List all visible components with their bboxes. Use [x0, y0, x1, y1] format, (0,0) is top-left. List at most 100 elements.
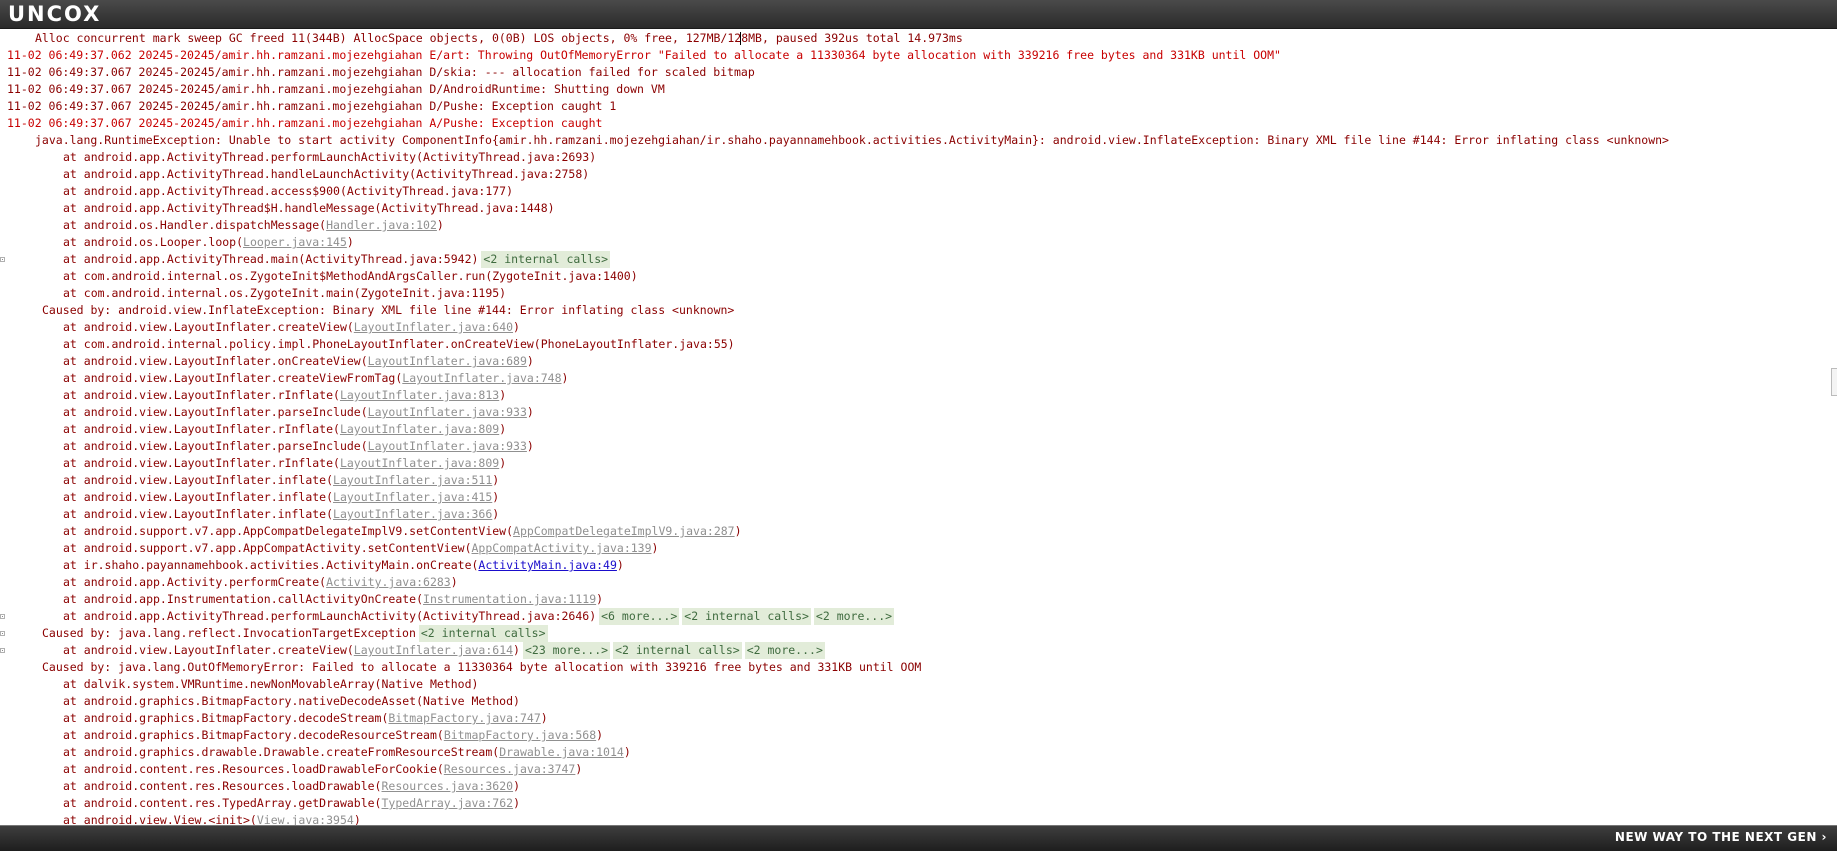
expand-toggle-icon[interactable]	[0, 614, 5, 619]
log-text: )	[346, 235, 354, 249]
log-text: at android.app.ActivityThread.main(Activ…	[63, 252, 479, 266]
log-text: )	[450, 575, 458, 589]
source-file-link[interactable]: LayoutInflater.java:689	[368, 354, 527, 368]
source-file-link[interactable]: LayoutInflater.java:933	[368, 439, 527, 453]
source-file-link[interactable]: LayoutInflater.java:933	[368, 405, 527, 419]
log-line: at android.support.v7.app.AppCompatDeleg…	[0, 523, 1837, 540]
folded-frames-badge[interactable]: <2 more...>	[744, 642, 825, 659]
log-text: at android.os.Handler.dispatchMessage(	[63, 218, 327, 232]
log-text: )	[575, 762, 583, 776]
source-file-link[interactable]: ActivityMain.java:49	[478, 558, 616, 572]
log-line: java.lang.RuntimeException: Unable to st…	[0, 132, 1837, 149]
source-file-link[interactable]: LayoutInflater.java:748	[402, 371, 561, 385]
log-text: at android.view.LayoutInflater.inflate(	[63, 473, 334, 487]
log-line: Alloc concurrent mark sweep GC freed 11(…	[0, 30, 1837, 47]
folded-frames-badge[interactable]: <6 more...>	[599, 608, 680, 625]
top-banner: UNCOX	[0, 0, 1837, 29]
log-text: at android.app.ActivityThread$H.handleMe…	[63, 201, 555, 215]
source-file-link[interactable]: Handler.java:102	[326, 218, 437, 232]
log-line: at android.app.ActivityThread.performLau…	[0, 149, 1837, 166]
log-text: )	[734, 524, 742, 538]
log-line: at android.app.ActivityThread$H.handleMe…	[0, 200, 1837, 217]
side-panel-handle[interactable]	[1831, 368, 1837, 396]
log-text: at android.view.LayoutInflater.createVie…	[63, 371, 403, 385]
log-text: )	[623, 745, 631, 759]
folded-frames-badge[interactable]: <2 internal calls>	[682, 608, 811, 625]
log-text: at android.view.LayoutInflater.inflate(	[63, 507, 334, 521]
log-line: at android.graphics.BitmapFactory.decode…	[0, 727, 1837, 744]
log-text: )	[436, 218, 444, 232]
log-line: at android.os.Handler.dispatchMessage(Ha…	[0, 217, 1837, 234]
log-line: Caused by: android.view.InflateException…	[0, 302, 1837, 319]
log-text: 11-02 06:49:37.067 20245-20245/amir.hh.r…	[7, 116, 603, 130]
log-text: java.lang.RuntimeException: Unable to st…	[35, 133, 1669, 147]
source-file-link[interactable]: BitmapFactory.java:747	[388, 711, 540, 725]
log-text: at android.app.ActivityThread.handleLaun…	[63, 167, 590, 181]
log-line: at android.app.ActivityThread.access$900…	[0, 183, 1837, 200]
log-line: at android.app.ActivityThread.main(Activ…	[0, 251, 1837, 268]
source-file-link[interactable]: LayoutInflater.java:614	[354, 643, 513, 657]
log-line: at android.view.LayoutInflater.createVie…	[0, 642, 1837, 659]
log-line: 11-02 06:49:37.067 20245-20245/amir.hh.r…	[0, 98, 1837, 115]
log-text: )	[513, 779, 520, 793]
log-line: at android.graphics.BitmapFactory.native…	[0, 693, 1837, 710]
log-line: at dalvik.system.VMRuntime.newNonMovable…	[0, 676, 1837, 693]
log-text: at android.graphics.BitmapFactory.decode…	[63, 728, 444, 742]
expand-toggle-icon[interactable]	[0, 631, 5, 636]
expand-toggle-icon[interactable]	[0, 257, 5, 262]
folded-frames-badge[interactable]: <2 internal calls>	[613, 642, 742, 659]
log-line: at android.view.LayoutInflater.inflate(L…	[0, 506, 1837, 523]
source-file-link[interactable]: LayoutInflater.java:511	[333, 473, 492, 487]
source-file-link[interactable]: LayoutInflater.java:813	[340, 388, 499, 402]
log-line: at ir.shaho.payannamehbook.activities.Ac…	[0, 557, 1837, 574]
source-file-link[interactable]: AppCompatActivity.java:139	[472, 541, 652, 555]
source-file-link[interactable]: Drawable.java:1014	[499, 745, 624, 759]
source-file-link[interactable]: LayoutInflater.java:640	[354, 320, 513, 334]
log-line: at android.view.View.<init>(View.java:39…	[0, 812, 1837, 826]
source-file-link[interactable]: Resources.java:3620	[382, 779, 514, 793]
text-cursor	[740, 32, 741, 45]
log-line: at android.graphics.drawable.Drawable.cr…	[0, 744, 1837, 761]
source-file-link[interactable]: BitmapFactory.java:568	[444, 728, 596, 742]
source-file-link[interactable]: AppCompatDelegateImplV9.java:287	[513, 524, 735, 538]
log-line: at android.os.Looper.loop(Looper.java:14…	[0, 234, 1837, 251]
log-text: at android.support.v7.app.AppCompatActiv…	[63, 541, 472, 555]
log-line: at android.support.v7.app.AppCompatActiv…	[0, 540, 1837, 557]
source-file-link[interactable]: LayoutInflater.java:366	[333, 507, 492, 521]
folded-frames-badge[interactable]: <23 more...>	[522, 642, 611, 659]
folded-frames-badge[interactable]: <2 internal calls>	[481, 251, 611, 268]
log-text: at android.view.LayoutInflater.onCreateV…	[63, 354, 368, 368]
source-file-link[interactable]: LayoutInflater.java:809	[340, 456, 499, 470]
expand-toggle-icon[interactable]	[0, 648, 5, 653]
log-line: at com.android.internal.os.ZygoteInit.ma…	[0, 285, 1837, 302]
source-file-link[interactable]: Resources.java:3747	[444, 762, 576, 776]
log-text: at android.view.LayoutInflater.inflate(	[63, 490, 334, 504]
log-line: at android.view.LayoutInflater.rInflate(…	[0, 387, 1837, 404]
log-text: at android.os.Looper.loop(	[63, 235, 244, 249]
log-text: 11-02 06:49:37.067 20245-20245/amir.hh.r…	[7, 99, 617, 113]
log-text: Caused by: java.lang.reflect.InvocationT…	[42, 626, 416, 640]
source-file-link[interactable]: LayoutInflater.java:809	[340, 422, 499, 436]
log-text: at android.content.res.Resources.loadDra…	[63, 762, 444, 776]
log-text: at android.app.Activity.performCreate(	[63, 575, 327, 589]
folded-frames-badge[interactable]: <2 more...>	[813, 608, 895, 625]
log-text: at com.android.internal.os.ZygoteInit.ma…	[63, 286, 507, 300]
source-file-link[interactable]: Instrumentation.java:1119	[423, 592, 596, 606]
log-text: )	[596, 592, 604, 606]
log-text: at android.app.Instrumentation.callActiv…	[63, 592, 424, 606]
source-file-link[interactable]: Looper.java:145	[243, 235, 347, 249]
log-text: )	[513, 643, 520, 657]
source-file-link[interactable]: Activity.java:6283	[326, 575, 451, 589]
log-text: )	[492, 490, 500, 504]
log-line: at android.view.LayoutInflater.createVie…	[0, 319, 1837, 336]
source-file-link[interactable]: LayoutInflater.java:415	[333, 490, 492, 504]
log-text: )	[513, 796, 520, 810]
log-text: )	[540, 711, 548, 725]
log-line: at android.view.LayoutInflater.parseIncl…	[0, 438, 1837, 455]
log-line: at android.graphics.BitmapFactory.decode…	[0, 710, 1837, 727]
logcat-output[interactable]: Alloc concurrent mark sweep GC freed 11(…	[0, 30, 1837, 826]
log-text: )	[499, 456, 507, 470]
folded-frames-badge[interactable]: <2 internal calls>	[418, 625, 548, 642]
source-file-link[interactable]: TypedArray.java:762	[382, 796, 514, 810]
log-text: Caused by: android.view.InflateException…	[42, 303, 735, 317]
